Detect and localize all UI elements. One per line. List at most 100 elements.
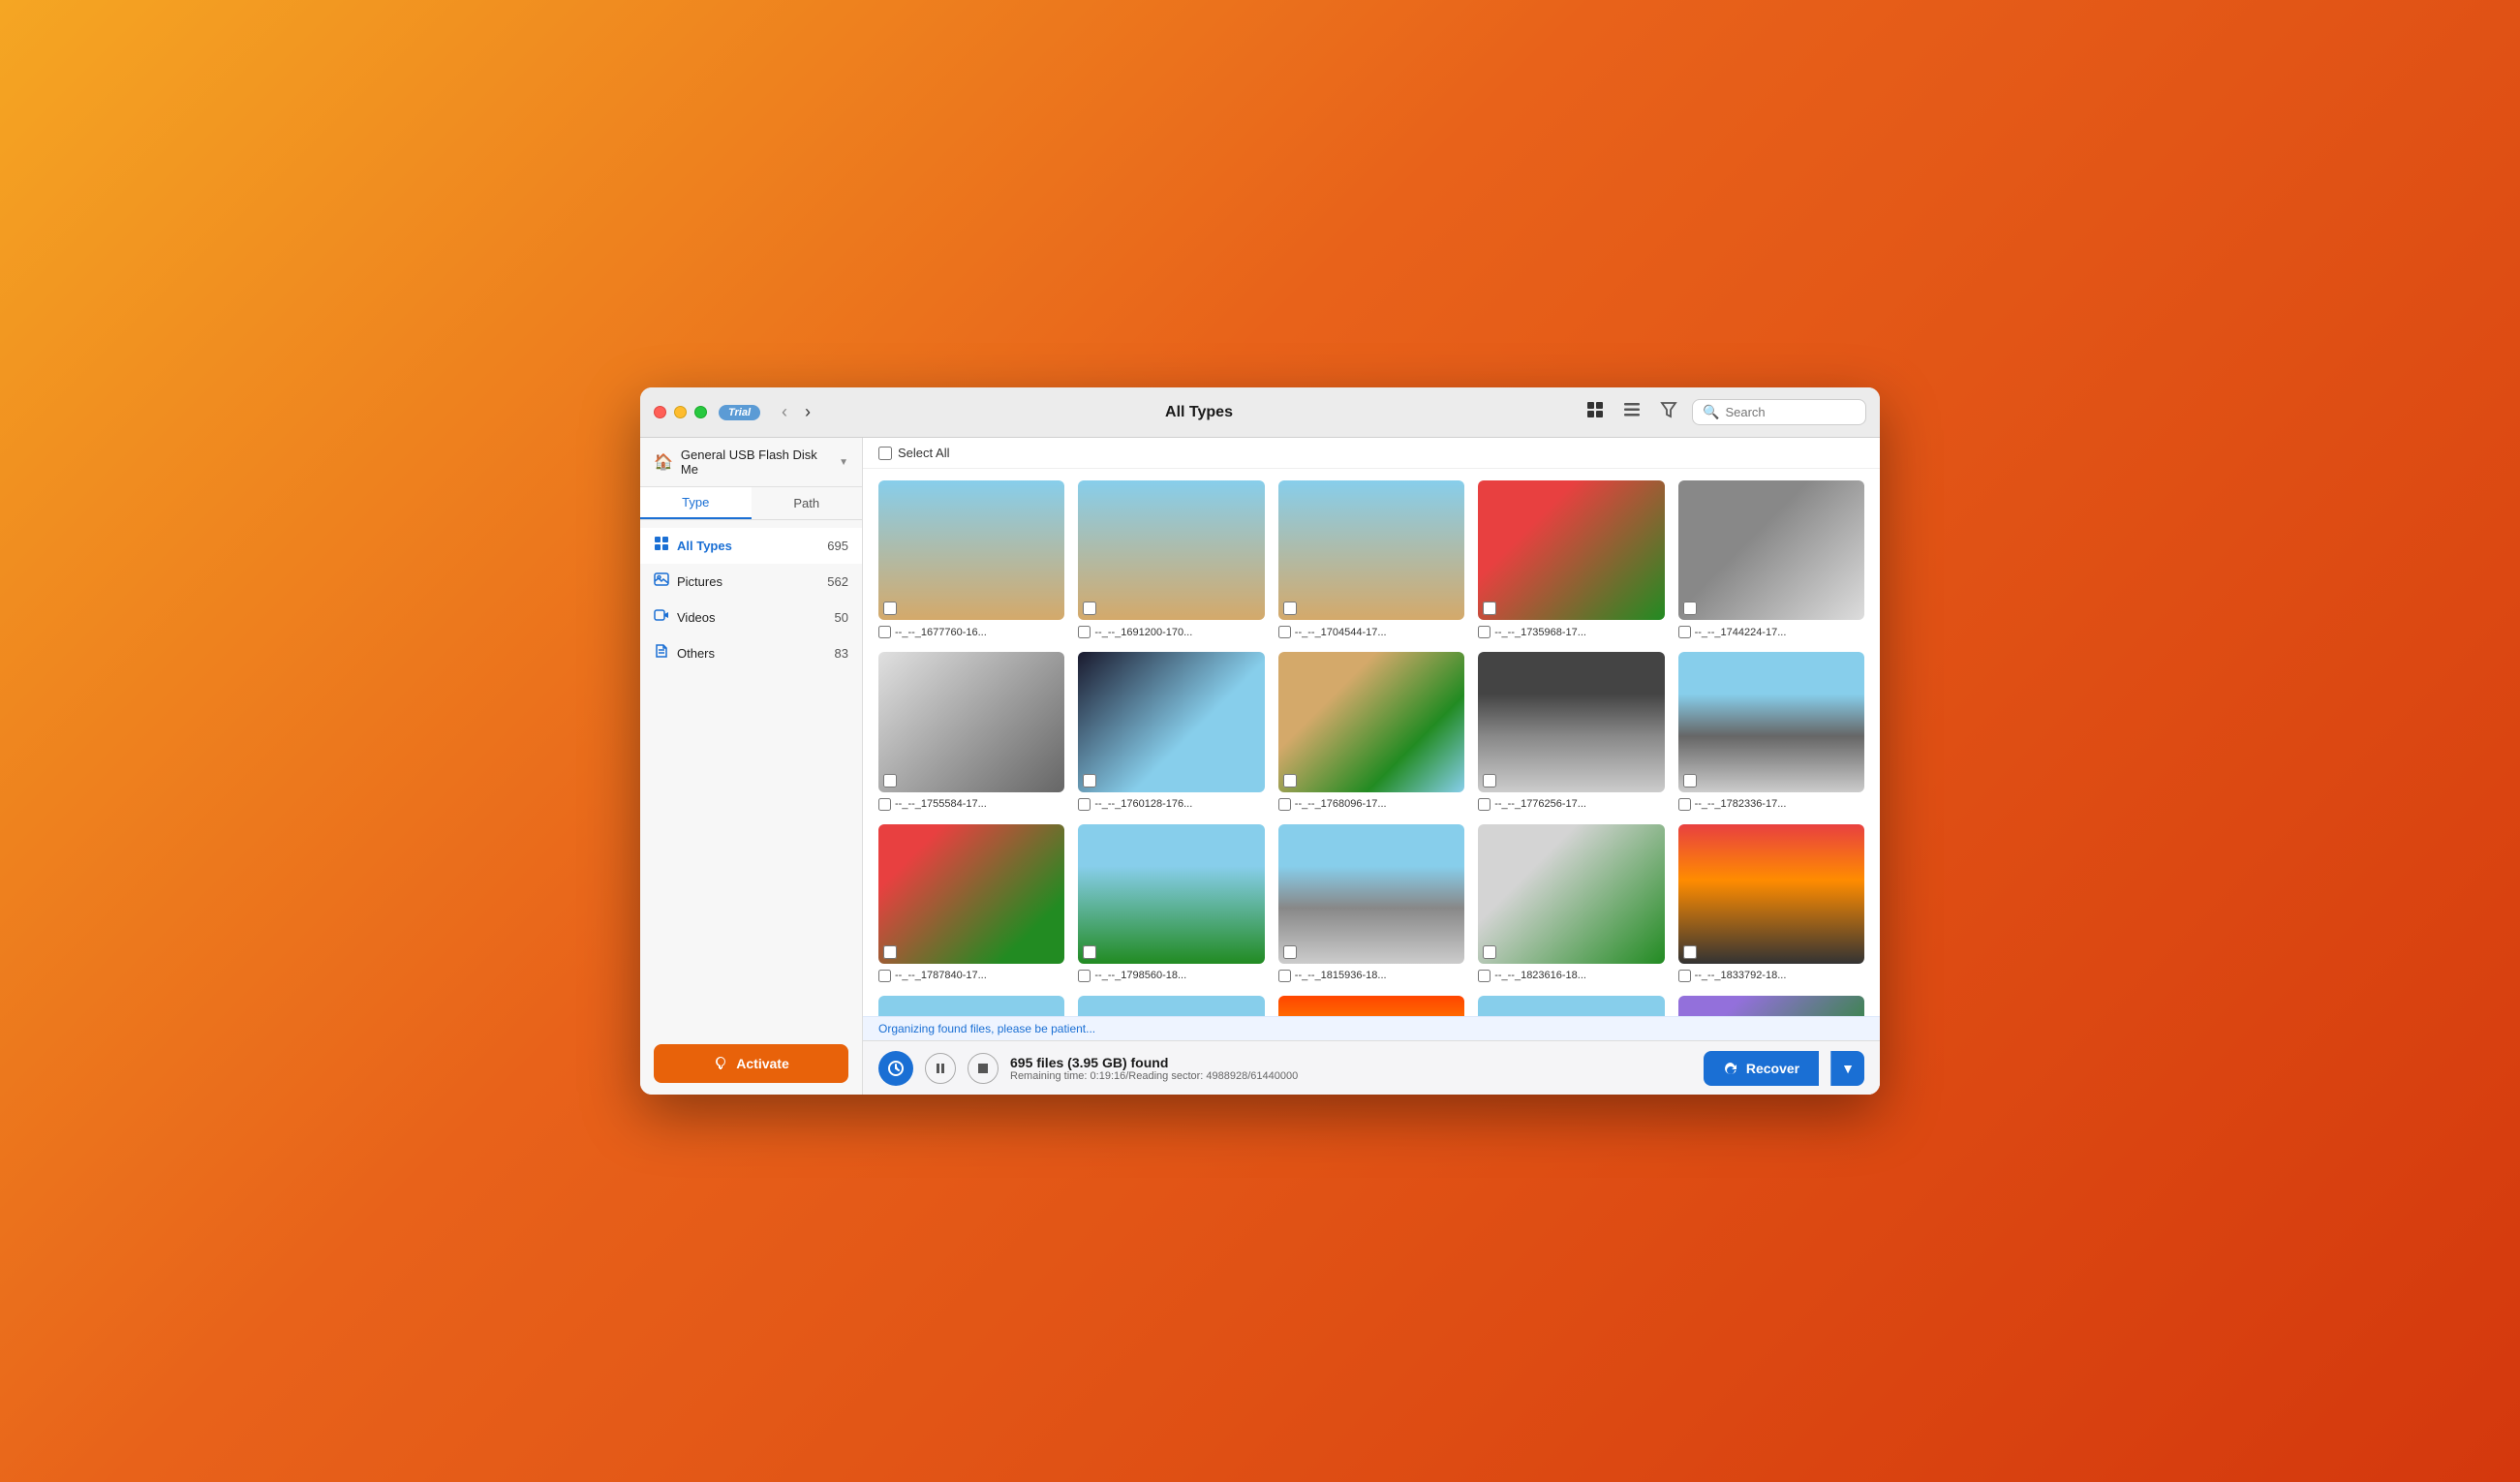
sidebar-item-videos[interactable]: Videos 50 <box>640 600 862 635</box>
image-thumbnail[interactable] <box>1078 652 1264 791</box>
content-area: Select All --_--_1677760-16...--_--_1691… <box>863 438 1880 1095</box>
image-label-checkbox[interactable] <box>1478 626 1490 638</box>
image-select-checkbox[interactable] <box>1683 774 1697 787</box>
image-thumbnail[interactable] <box>1278 652 1464 791</box>
image-thumbnail[interactable] <box>1078 824 1264 964</box>
image-label: --_--_1815936-18... <box>1278 970 1464 982</box>
image-label-checkbox[interactable] <box>1478 798 1490 811</box>
image-filename: --_--_1815936-18... <box>1295 970 1387 981</box>
image-card: --_--_1755584-17... <box>878 652 1064 810</box>
sidebar: 🏠 General USB Flash Disk Me ▼ Type Path … <box>640 438 863 1095</box>
activate-button[interactable]: Activate <box>654 1044 848 1083</box>
image-thumbnail[interactable] <box>1678 480 1864 620</box>
image-select-checkbox[interactable] <box>1083 945 1096 959</box>
image-label-checkbox[interactable] <box>1678 798 1691 811</box>
image-label-checkbox[interactable] <box>878 626 891 638</box>
pause-button[interactable] <box>925 1053 956 1084</box>
image-select-checkbox[interactable] <box>883 774 897 787</box>
recover-button[interactable]: Recover <box>1704 1051 1819 1086</box>
image-thumbnail[interactable] <box>878 652 1064 791</box>
image-thumbnail[interactable] <box>1478 652 1664 791</box>
image-label-checkbox[interactable] <box>1278 626 1291 638</box>
image-thumbnail[interactable] <box>1678 824 1864 964</box>
chevron-down-icon: ▼ <box>839 457 848 468</box>
image-label-checkbox[interactable] <box>1078 626 1091 638</box>
image-label-checkbox[interactable] <box>1278 970 1291 982</box>
image-card: --_--_1760128-176... <box>1078 652 1264 810</box>
filter-button[interactable] <box>1655 396 1682 429</box>
tab-type[interactable]: Type <box>640 487 752 519</box>
image-select-checkbox[interactable] <box>1083 774 1096 787</box>
image-filename: --_--_1755584-17... <box>895 798 987 810</box>
sidebar-item-others[interactable]: Others 83 <box>640 635 862 671</box>
image-select-checkbox[interactable] <box>1083 602 1096 615</box>
activate-label: Activate <box>736 1056 788 1071</box>
select-all-checkbox[interactable] <box>878 447 892 460</box>
recover-dropdown-button[interactable]: ▼ <box>1830 1051 1864 1086</box>
close-button[interactable] <box>654 406 666 418</box>
image-thumbnail[interactable] <box>1678 652 1864 791</box>
image-filename: --_--_1768096-17... <box>1295 798 1387 810</box>
image-thumbnail[interactable] <box>1078 480 1264 620</box>
image-thumbnail[interactable] <box>878 996 1064 1016</box>
image-select-checkbox[interactable] <box>883 602 897 615</box>
list-view-button[interactable] <box>1618 396 1645 429</box>
image-filename: --_--_1833792-18... <box>1695 970 1787 981</box>
image-card: --_--_1862000-18... <box>1278 996 1464 1016</box>
image-select-checkbox[interactable] <box>1283 945 1297 959</box>
select-all-label[interactable]: Select All <box>878 446 949 460</box>
image-card: --_--_1744224-17... <box>1678 480 1864 638</box>
back-button[interactable]: ‹ <box>776 400 793 424</box>
maximize-button[interactable] <box>694 406 707 418</box>
image-label: --_--_1760128-176... <box>1078 798 1264 811</box>
image-select-checkbox[interactable] <box>1283 774 1297 787</box>
status-sub-text: Remaining time: 0:19:16/Reading sector: … <box>1010 1070 1692 1082</box>
image-label-checkbox[interactable] <box>1678 970 1691 982</box>
image-thumbnail[interactable] <box>1078 996 1264 1016</box>
image-card: --_--_1776256-17... <box>1478 652 1664 810</box>
image-label-checkbox[interactable] <box>1278 798 1291 811</box>
image-thumbnail[interactable] <box>1478 996 1664 1016</box>
home-icon[interactable]: 🏠 <box>654 452 673 472</box>
image-label-checkbox[interactable] <box>1078 798 1091 811</box>
image-label-checkbox[interactable] <box>1078 970 1091 982</box>
image-select-checkbox[interactable] <box>1483 945 1496 959</box>
image-select-checkbox[interactable] <box>1483 602 1496 615</box>
image-thumbnail[interactable] <box>1478 824 1664 964</box>
image-card: --_--_1677760-16... <box>878 480 1064 638</box>
image-card: --_--_1704544-17... <box>1278 480 1464 638</box>
image-card: --_--_1782336-17... <box>1678 652 1864 810</box>
image-thumbnail[interactable] <box>1678 996 1864 1016</box>
image-thumbnail[interactable] <box>1278 480 1464 620</box>
toolbar-right: 🔍 <box>1582 396 1866 429</box>
image-label-checkbox[interactable] <box>878 970 891 982</box>
tab-path[interactable]: Path <box>752 487 863 519</box>
stop-button[interactable] <box>968 1053 999 1084</box>
image-select-checkbox[interactable] <box>1483 774 1496 787</box>
sidebar-item-pictures[interactable]: Pictures 562 <box>640 564 862 600</box>
image-label: --_--_1787840-17... <box>878 970 1064 982</box>
grid-view-button[interactable] <box>1582 396 1609 429</box>
image-thumbnail[interactable] <box>1278 824 1464 964</box>
image-select-checkbox[interactable] <box>1283 602 1297 615</box>
image-label-checkbox[interactable] <box>878 798 891 811</box>
sidebar-item-all-types[interactable]: All Types 695 <box>640 528 862 564</box>
image-label: --_--_1677760-16... <box>878 626 1064 638</box>
image-label: --_--_1755584-17... <box>878 798 1064 811</box>
image-thumbnail[interactable] <box>878 480 1064 620</box>
image-thumbnail[interactable] <box>878 824 1064 964</box>
all-types-count: 695 <box>827 539 848 553</box>
tab-bar: Type Path <box>640 487 862 520</box>
image-label-checkbox[interactable] <box>1478 970 1490 982</box>
image-filename: --_--_1776256-17... <box>1494 798 1586 810</box>
image-thumbnail[interactable] <box>1478 480 1664 620</box>
image-label-checkbox[interactable] <box>1678 626 1691 638</box>
search-input[interactable] <box>1725 405 1860 419</box>
forward-button[interactable]: › <box>799 400 816 424</box>
minimize-button[interactable] <box>674 406 687 418</box>
image-thumbnail[interactable] <box>1278 996 1464 1016</box>
image-select-checkbox[interactable] <box>1683 602 1697 615</box>
nav-controls: ‹ › <box>776 400 816 424</box>
image-select-checkbox[interactable] <box>1683 945 1697 959</box>
image-select-checkbox[interactable] <box>883 945 897 959</box>
